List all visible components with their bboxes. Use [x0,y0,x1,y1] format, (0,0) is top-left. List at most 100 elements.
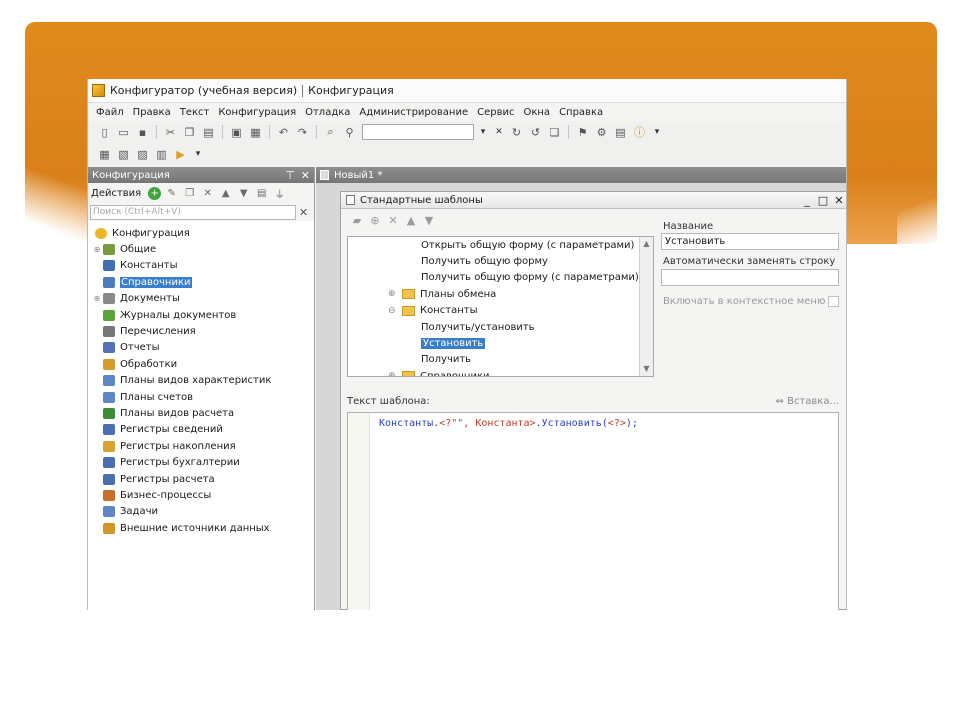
search-clear-icon[interactable]: ✕ [296,206,311,219]
document-tab[interactable]: Новый1 * [316,167,846,183]
tree-item[interactable]: Регистры бухгалтерии [88,454,314,470]
edit-icon[interactable]: ✎ [164,186,179,201]
tree-item[interactable]: ⊕ Документы [88,291,314,307]
add-icon[interactable]: + [148,186,162,200]
template-folder[interactable]: ⊕ Планы обмена [388,286,496,302]
update-db-icon[interactable]: ▧ [115,146,132,163]
insert-link[interactable]: ⇔ Вставка... [776,396,840,407]
move-down-icon[interactable]: ▼ [422,214,436,227]
menu-text[interactable]: Текст [180,107,210,118]
windows-icon[interactable]: ❏ [546,124,563,141]
toolbar-search-input[interactable] [362,124,474,140]
menu-help[interactable]: Справка [559,107,603,118]
search-dropdown-icon[interactable]: ▾ [476,124,490,140]
paste-icon[interactable]: ▤ [200,124,217,141]
filter-icon[interactable]: ⏚ [272,186,287,201]
help-index-icon[interactable]: ⚙ [593,124,610,141]
expand-icon[interactable]: ⊕ [388,289,402,299]
copy-icon[interactable]: ❐ [181,124,198,141]
add-template-icon[interactable]: ⊕ [368,214,382,227]
template-item[interactable]: Открыть общую форму (с параметрами) [421,237,634,253]
run-dropdown-icon[interactable]: ▾ [191,146,205,162]
template-item[interactable]: Получить/установить [421,319,535,335]
actions-menu[interactable]: Действия [91,188,141,199]
name-field[interactable]: Установить [661,233,839,250]
syntax-assistant-icon[interactable]: ⚑ [574,124,591,141]
template-folder[interactable]: ⊖ Константы [388,303,477,319]
menu-administration[interactable]: Администрирование [359,107,468,118]
metadata-icon[interactable]: ▦ [96,146,113,163]
print-icon[interactable]: ▣ [228,124,245,141]
template-item[interactable]: Получить [421,352,471,368]
menu-service[interactable]: Сервис [477,107,514,118]
tree-item[interactable]: Константы [88,258,314,274]
save-icon[interactable]: ▪ [134,124,151,141]
close-icon[interactable]: ✕ [831,194,846,207]
move-up-icon[interactable]: ▲ [404,214,418,227]
panel-search-input[interactable]: Поиск (Ctrl+Alt+V) [90,204,296,220]
print-preview-icon[interactable]: ▦ [247,124,264,141]
scroll-down-icon[interactable]: ▼ [640,362,653,376]
new-document-icon[interactable]: ▯ [96,124,113,141]
menu-file[interactable]: Файл [96,107,124,118]
expand-icon[interactable]: ⊕ [388,371,402,376]
page-icon[interactable]: ▤ [612,124,629,141]
undo-icon[interactable]: ↶ [275,124,292,141]
template-folder[interactable]: ⊕ Справочники [388,368,490,376]
tree-item[interactable]: Задачи [88,504,314,520]
move-up-icon[interactable]: ▲ [218,186,233,201]
menu-debug[interactable]: Отладка [305,107,350,118]
menu-edit[interactable]: Правка [133,107,171,118]
auto-replace-field[interactable] [661,269,839,286]
menu-configuration[interactable]: Конфигурация [218,107,296,118]
tree-item[interactable]: Планы видов характеристик [88,373,314,389]
expand-icon[interactable]: ⊖ [388,306,402,316]
copy-item-icon[interactable]: ❐ [182,186,197,201]
delete-icon[interactable]: ✕ [200,186,215,201]
properties-icon[interactable]: ▤ [254,186,269,201]
maximize-icon[interactable]: □ [815,194,831,207]
delete-template-icon[interactable]: ✕ [386,214,400,227]
template-item[interactable]: Установить [421,335,486,351]
compare-icon[interactable]: ▨ [134,146,151,163]
tree-item[interactable]: Справочники [88,274,314,290]
search-clear-icon[interactable]: ✕ [492,124,506,140]
template-item[interactable]: Получить общую форму [421,253,548,269]
tree-item[interactable]: Отчеты [88,340,314,356]
tree-item[interactable]: Внешние источники данных [88,520,314,536]
tree-item[interactable]: Регистры накопления [88,438,314,454]
context-menu-checkbox[interactable] [828,296,839,307]
tree-item[interactable]: ⊕ Общие [88,241,314,257]
table-icon[interactable]: ▥ [153,146,170,163]
tree-item[interactable]: Планы счетов [88,389,314,405]
menu-windows[interactable]: Окна [523,107,550,118]
tree-item[interactable]: Журналы документов [88,307,314,323]
tree-item[interactable]: Перечисления [88,323,314,339]
templates-scrollbar[interactable]: ▲ ▼ [639,237,653,376]
expand-icon[interactable]: ⊕ [91,245,103,254]
find-prev-icon[interactable]: ↺ [527,124,544,141]
find-in-file-icon[interactable]: ⌕ [322,124,339,141]
tree-item[interactable]: Обработки [88,356,314,372]
cut-icon[interactable]: ✂ [162,124,179,141]
open-folder-icon[interactable]: ▭ [115,124,132,141]
pin-icon[interactable]: ⊤ [285,169,295,182]
find-icon[interactable]: ⚲ [341,124,358,141]
find-next-icon[interactable]: ↻ [508,124,525,141]
tree-item[interactable]: Конфигурация [88,225,314,241]
info-icon[interactable]: ⓘ [631,124,648,141]
tree-item[interactable]: Регистры расчета [88,471,314,487]
tree-item[interactable]: Регистры сведений [88,422,314,438]
tree-item[interactable]: Бизнес-процессы [88,487,314,503]
tree-item[interactable]: Планы видов расчета [88,405,314,421]
redo-icon[interactable]: ↷ [294,124,311,141]
run-debug-icon[interactable]: ▶ [172,146,189,163]
expand-icon[interactable]: ⊕ [91,294,103,303]
new-folder-icon[interactable]: ▰ [350,214,364,227]
scroll-up-icon[interactable]: ▲ [640,237,653,251]
minimize-icon[interactable]: _ [799,194,815,207]
move-down-icon[interactable]: ▼ [236,186,251,201]
toolbar-more-icon[interactable]: ▾ [650,124,664,140]
template-code-editor[interactable]: Константы.<?"", Константа>.Установить(<?… [347,412,839,610]
close-panel-icon[interactable]: ✕ [301,169,310,182]
